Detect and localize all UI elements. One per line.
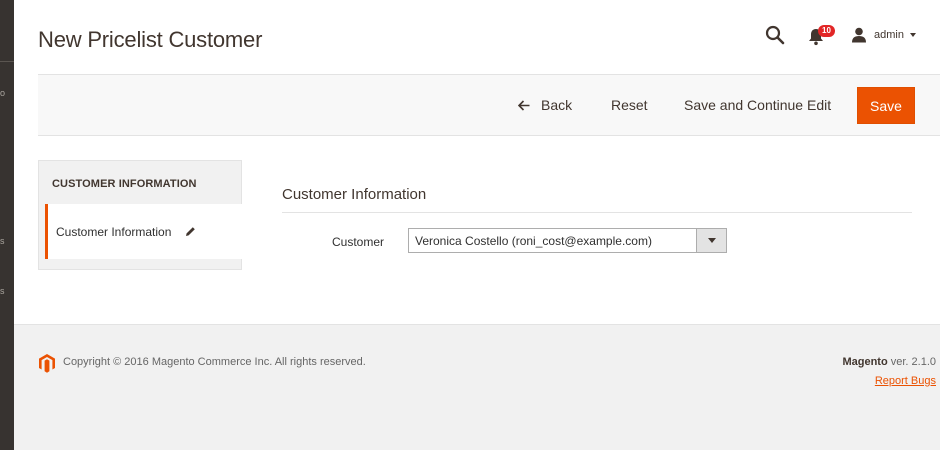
arrow-left-icon	[518, 99, 530, 111]
page-footer: Copyright © 2016 Magento Commerce Inc. A…	[14, 324, 940, 450]
version-info: Magento ver. 2.1.0	[842, 356, 936, 368]
page-actions-toolbar: Back Reset Save and Continue Edit Save	[38, 74, 940, 136]
save-button[interactable]: Save	[857, 87, 915, 124]
chevron-down-icon	[909, 33, 916, 37]
customer-information-fieldset: Customer Information	[282, 186, 912, 213]
rail-item-text[interactable]: s	[0, 236, 5, 246]
admin-user-menu[interactable]: admin	[851, 24, 916, 46]
fieldset-heading: Customer Information	[282, 186, 912, 213]
search-icon	[765, 25, 785, 45]
back-label: Back	[541, 97, 573, 113]
page-title: New Pricelist Customer	[38, 27, 263, 52]
admin-side-nav: o s s	[0, 0, 14, 450]
rail-item-text[interactable]: o	[0, 88, 5, 98]
rail-item-text[interactable]: s	[0, 286, 5, 296]
side-tabs-panel: CUSTOMER INFORMATION Customer Informatio…	[38, 160, 242, 270]
magento-logo-icon	[39, 354, 55, 373]
rail-divider	[0, 61, 14, 62]
back-button[interactable]: Back	[518, 97, 572, 113]
report-bugs-link[interactable]: Report Bugs	[875, 375, 936, 387]
save-and-continue-button[interactable]: Save and Continue Edit	[684, 97, 831, 113]
customer-select-value: Veronica Costello (roni_cost@example.com…	[415, 234, 652, 248]
tab-customer-information[interactable]: Customer Information	[45, 204, 242, 259]
copyright-text: Copyright © 2016 Magento Commerce Inc. A…	[63, 356, 366, 368]
version-number: ver. 2.1.0	[887, 356, 936, 368]
brand-name: Magento	[842, 356, 888, 368]
customer-field-label: Customer	[332, 235, 385, 249]
global-search-button[interactable]	[764, 24, 786, 46]
user-icon	[852, 27, 866, 43]
reset-button[interactable]: Reset	[611, 97, 648, 113]
page-header: New Pricelist Customer 10 admin	[14, 0, 940, 74]
user-name: admin	[874, 29, 904, 41]
notifications-button[interactable]: 10	[808, 24, 836, 48]
tab-label: Customer Information	[56, 224, 172, 239]
notification-count-badge: 10	[818, 25, 835, 37]
side-panel-title: CUSTOMER INFORMATION	[52, 178, 197, 190]
pencil-icon	[185, 226, 196, 237]
customer-select[interactable]: Veronica Costello (roni_cost@example.com…	[408, 228, 727, 253]
chevron-down-icon	[696, 229, 726, 252]
